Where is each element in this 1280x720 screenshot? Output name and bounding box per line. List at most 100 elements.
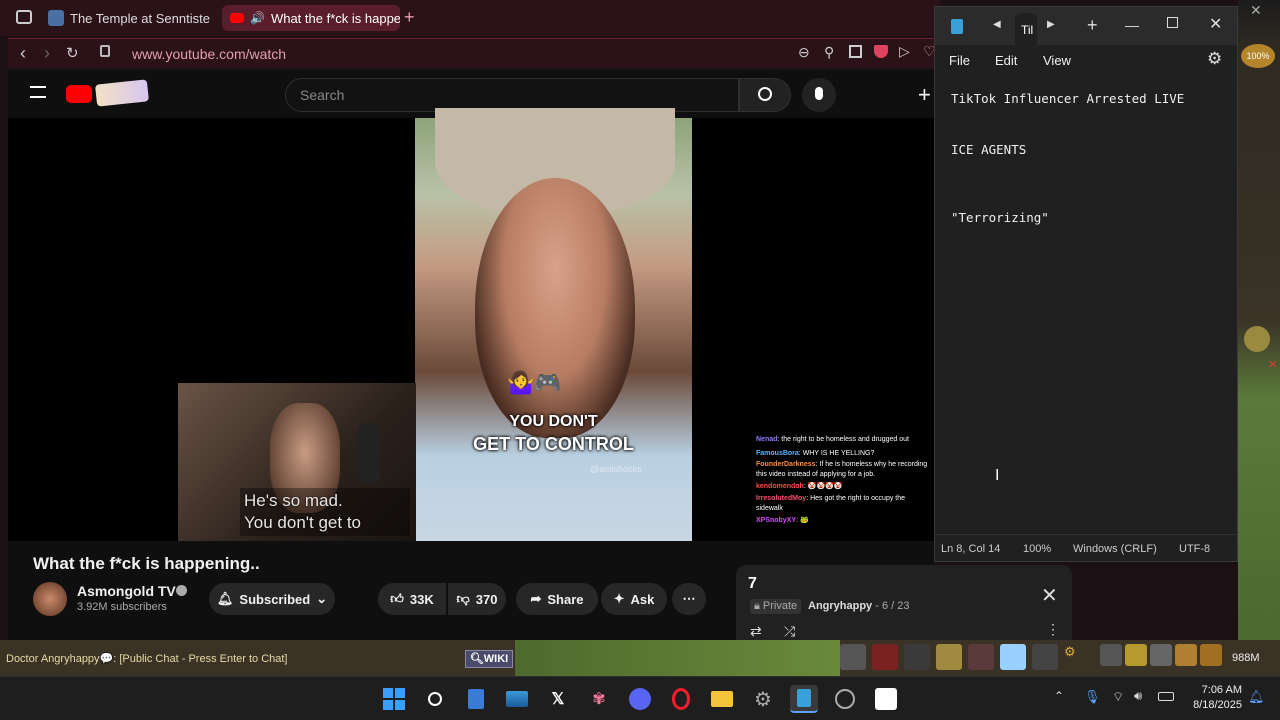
zoom-level[interactable]: 100% [1023,543,1051,555]
video-player[interactable]: 🤷‍♀️🎮 YOU DON'T GET TO CONTROL @amishock… [8,108,934,541]
private-badge: 🔒︎ Private [750,599,802,614]
close-icon[interactable]: ✕ [1209,14,1222,34]
notepad-window: ◀ Til ▶ + — ✕ File Edit View ⚙ TikTok In… [934,6,1238,562]
dislike-button[interactable]: 👎︎ 370 [448,583,506,615]
gear-icon[interactable]: ⚙ [1064,644,1078,672]
tab-actions-icon[interactable] [16,10,32,24]
thumbs-up-icon: 👍︎ [390,591,404,606]
tab-scroll-right-icon[interactable]: ▶ [1047,19,1055,30]
subtitle-line1: He's so mad. [244,491,343,510]
notepad-tab[interactable]: Til [1015,13,1037,45]
wifi-icon[interactable]: ⌔ [1112,689,1124,705]
tab-scroll-left-icon[interactable]: ◀ [993,19,1001,30]
reload-icon[interactable]: ↻ [66,44,79,62]
chat-line: IrresolutedMoy: Hes got the right to occ… [756,494,906,512]
channel-avatar[interactable] [33,582,67,616]
hint-icon[interactable] [1100,644,1122,666]
share-button[interactable]: ➦ Share [516,583,598,615]
affinity-icon[interactable]: ✾ [585,685,613,713]
speaker-icon[interactable]: 🔊 [250,11,265,25]
menu-file[interactable]: File [949,53,970,68]
text-line: ​ [951,192,1184,209]
forward-icon[interactable]: › [44,43,50,64]
slot-icon[interactable] [936,644,962,670]
playlist-panel: 7 🔒︎ Private Angryhappy - 6 / 23 ✕ ⇄ ⤮ ⋮ [736,565,1072,641]
tab-temple[interactable]: The Temple at Senntisten [40,5,210,31]
settings-icon[interactable]: ⚙ [749,685,777,713]
wiki-button[interactable]: 🔍︎WIKI [465,650,513,668]
loop-icon[interactable]: ⇄ [750,623,762,640]
game-side-panel: ✕ 100% ✕ [1238,0,1280,640]
more-vert-icon[interactable]: ⋮ [1046,621,1060,638]
discord-icon[interactable] [626,685,654,713]
start-windows-icon[interactable] [380,685,408,713]
hamburger-menu-icon[interactable] [30,86,46,98]
subscribed-button[interactable]: 🔔︎ Subscribed ⌄ [209,583,335,615]
close-icon[interactable]: ✕ [1268,358,1277,371]
pin-icon[interactable]: ⚲ [824,44,834,61]
slot-icon[interactable] [968,644,994,670]
compass-icon[interactable] [1244,326,1270,352]
search-button[interactable] [739,78,791,112]
playlist-owner[interactable]: Angryhappy - 6 / 23 [808,600,910,612]
stream-chat-overlay: Nenad: the right to be homeless and drug… [756,433,932,541]
slot-icon[interactable] [904,644,930,670]
minimize-icon[interactable]: — [1125,17,1139,33]
opera-icon[interactable] [667,685,695,713]
settings-gear-icon[interactable]: ⚙ [1207,49,1222,69]
lock-icon[interactable] [1175,644,1197,666]
new-tab-button[interactable]: + [1087,15,1098,36]
clock[interactable]: 7:06 AM 8/18/2025 [1184,683,1242,713]
channel-name[interactable]: Asmongold TV [77,583,176,599]
voice-search-button[interactable] [802,78,836,112]
volume-icon[interactable]: 🔊︎ [1134,688,1142,704]
capture-app-icon[interactable] [831,685,859,713]
slot-icon[interactable] [840,644,866,670]
ask-button[interactable]: ✦ Ask [601,583,667,615]
maximize-icon[interactable] [1167,17,1178,28]
menu-view[interactable]: View [1043,53,1071,68]
battery-icon[interactable] [1158,692,1174,701]
runelite-icon[interactable] [872,685,900,713]
calculator-icon[interactable] [1150,644,1172,666]
like-button[interactable]: 👍︎ 33K [378,583,446,615]
subtitle-line2: You don't get to [244,513,361,532]
back-icon[interactable]: ‹ [20,43,26,64]
slot-icon[interactable] [1000,644,1026,670]
verified-icon [176,585,187,596]
mic-icon[interactable]: 🎙︎ [1084,689,1101,705]
tab-youtube-active[interactable]: 🔊 What the f*ck is happe [222,5,400,31]
pocket-icon[interactable] [874,45,888,58]
lock-icon[interactable] [100,45,110,57]
encoding[interactable]: UTF-8 [1179,543,1210,555]
calculator-icon[interactable] [462,685,490,713]
search-input[interactable]: Search [285,78,739,112]
x-app-icon[interactable]: 𝕏 [544,685,572,713]
menu-edit[interactable]: Edit [995,53,1017,68]
notepad-taskbar-icon[interactable] [790,685,818,713]
zoom-out-icon[interactable]: ⊖ [798,44,810,61]
url-text[interactable]: www.youtube.com/watch [132,46,286,62]
youtube-logo-icon[interactable] [66,85,92,103]
slot-icon[interactable] [872,644,898,670]
game-chat-input[interactable]: Doctor Angryhappy💬: [Public Chat - Press… [6,652,288,665]
line-ending[interactable]: Windows (CRLF) [1073,543,1157,555]
bank-icon[interactable] [1200,644,1222,666]
zoom-badge[interactable]: 100% [1241,44,1275,68]
show-hidden-icons[interactable]: ⌃ [1054,689,1064,703]
new-tab-button[interactable]: + [404,7,415,28]
prayer-icon[interactable] [1125,644,1147,666]
photos-icon[interactable] [503,685,531,713]
more-actions-button[interactable]: ⋯ [672,583,706,615]
send-icon[interactable]: ▷ [899,43,910,60]
screenshot-icon[interactable] [849,45,862,58]
shuffle-icon[interactable]: ⤮ [784,623,795,640]
create-icon[interactable]: + [918,82,931,108]
file-explorer-icon[interactable] [708,685,736,713]
notepad-text-area[interactable]: TikTok Influencer Arrested LIVE​​ICE AGE… [951,90,1184,226]
search-icon[interactable] [421,685,449,713]
notification-bell-icon[interactable]: 🔔︎ [1248,689,1265,705]
close-icon[interactable]: ✕ [1041,583,1058,608]
close-icon[interactable]: ✕ [1250,2,1262,19]
slot-icon[interactable] [1032,644,1058,670]
